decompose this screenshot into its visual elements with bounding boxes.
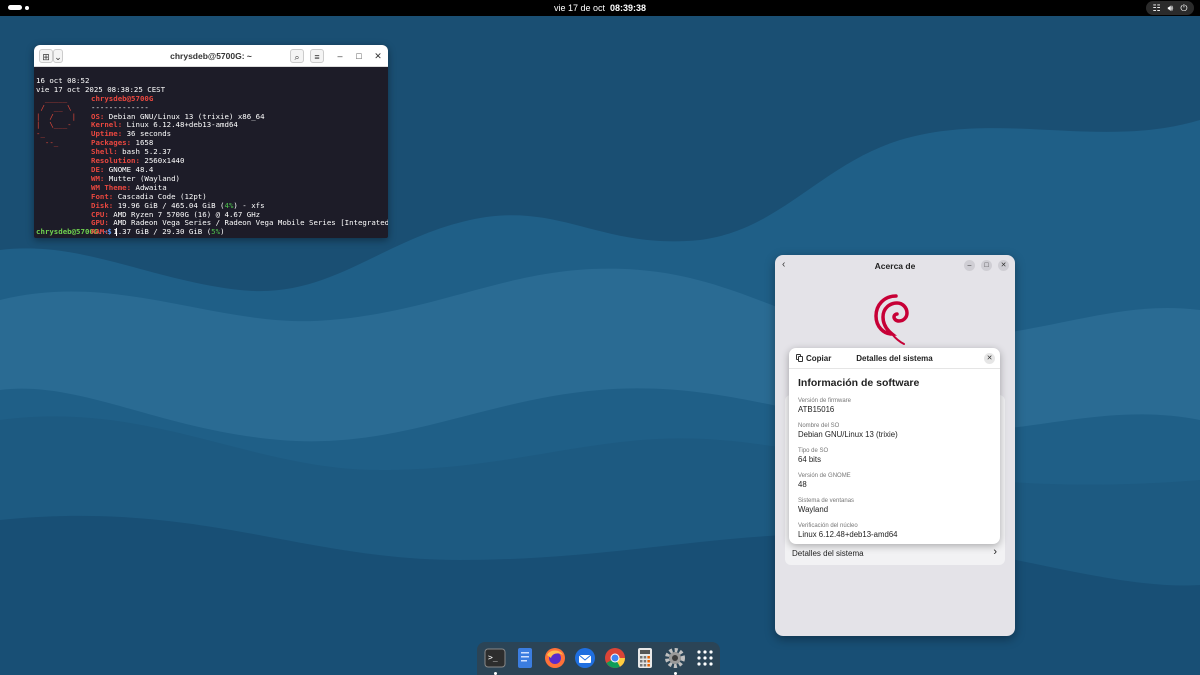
info-row: RAM: 1.37 GiB / 29.30 GiB (5%) [91, 227, 225, 237]
firefox-icon[interactable] [544, 647, 566, 669]
clock-date: vie 17 de oct [553, 3, 605, 13]
text-editor-icon[interactable] [514, 647, 536, 669]
close-button[interactable]: ✕ [371, 49, 385, 63]
system-details-label: Detalles del sistema [792, 549, 864, 558]
thunderbird-icon[interactable] [574, 647, 596, 669]
minimize-button[interactable]: – [333, 49, 347, 63]
field-label: Sistema de ventanas [798, 498, 855, 504]
field-os-type: Tipo de SO 64 bits [798, 447, 991, 465]
field-value: Wayland [798, 505, 829, 514]
maximize-button[interactable]: □ [352, 49, 366, 63]
chevron-right-icon: › [993, 546, 997, 558]
field-value: ATB15016 [798, 405, 835, 414]
field-gnome-version: Versión de GNOME 48 [798, 472, 991, 490]
top-bar: vie 17 de oct 08:39:38 ☷ 🔊︎ ⏻ [0, 0, 1200, 16]
user-host: chrysdeb@5700G [91, 93, 154, 103]
field-label: Nombre del SO [798, 423, 840, 429]
close-icon[interactable]: ✕ [984, 353, 995, 364]
system-info-list: chrysdeb@5700G ------------- OS: Debian GN… [91, 93, 388, 238]
system-details-row[interactable]: Detalles del sistema › [785, 541, 1005, 565]
field-firmware: Versión de firmware ATB15016 [798, 397, 991, 415]
field-windowing-system: Sistema de ventanas Wayland [798, 497, 991, 515]
maximize-button[interactable]: □ [981, 260, 992, 271]
calculator-icon[interactable] [634, 647, 656, 669]
menu-button[interactable]: ≡ [310, 49, 324, 63]
terminal-line: vie 17 oct 2025 08:38:25 CEST [36, 84, 166, 94]
debian-ascii-logo: _____ / __ \ | / | | \___- -_ --_ [36, 93, 77, 148]
field-value: 48 [798, 480, 807, 489]
terminal-icon[interactable]: >_ [484, 647, 506, 675]
field-label: Tipo de SO [798, 448, 829, 454]
field-label: Versión de firmware [798, 398, 852, 404]
svg-text:>_: >_ [488, 653, 498, 662]
terminal-output[interactable]: 16 oct 08:52 vie 17 oct 2025 08:38:25 CES… [34, 67, 388, 238]
about-headerbar[interactable]: ‹ Acerca de – □ ✕ [775, 255, 1015, 277]
terminal-window[interactable]: ⊞ ⌄ chrysdeb@5700G: ~ ⌕ ≡ – □ ✕ 16 oct 0… [34, 45, 388, 238]
settings-icon[interactable] [664, 647, 686, 675]
field-value: Debian GNU/Linux 13 (trixie) [798, 430, 898, 439]
power-icon: ⏻ [1180, 3, 1188, 13]
dialog-title: Detalles del sistema [856, 354, 933, 363]
clock-time: 08:39:38 [610, 3, 647, 13]
close-button[interactable]: ✕ [998, 260, 1009, 271]
terminal-headerbar[interactable]: ⊞ ⌄ chrysdeb@5700G: ~ ⌕ ≡ – □ ✕ [34, 45, 388, 67]
dialog-body: Información de software Versión de firmw… [789, 369, 1000, 544]
field-os-name: Nombre del SO Debian GNU/Linux 13 (trixi… [798, 422, 991, 440]
search-button[interactable]: ⌕ [290, 49, 304, 63]
section-title: Información de software [798, 377, 920, 389]
app-grid-icon[interactable] [694, 647, 716, 669]
clock[interactable]: vie 17 de oct 08:39:38 [0, 3, 1200, 13]
field-kernel: Verificación del núcleo Linux 6.12.48+de… [798, 522, 991, 540]
system-menu-button[interactable]: ☷ 🔊︎ ⏻ [1146, 1, 1194, 15]
field-value: 64 bits [798, 455, 821, 464]
chrome-icon[interactable] [604, 647, 626, 669]
field-label: Verificación del núcleo [798, 523, 858, 529]
field-label: Versión de GNOME [798, 473, 851, 479]
network-icon: ☷ [1152, 3, 1161, 13]
dialog-header: Copiar Detalles del sistema ✕ [789, 348, 1000, 369]
debian-logo [874, 294, 909, 345]
about-title: Acerca de [874, 261, 916, 271]
dock: >_ [477, 642, 720, 675]
minimize-button[interactable]: – [964, 260, 975, 271]
system-details-dialog[interactable]: Copiar Detalles del sistema ✕ Informació… [789, 348, 1000, 544]
volume-icon: 🔊︎ [1167, 3, 1174, 13]
field-value: Linux 6.12.48+deb13-amd64 [798, 530, 898, 539]
fastfetch-output: _____ / __ \ | / | | \___- -_ --_ chrysde… [36, 93, 388, 237]
